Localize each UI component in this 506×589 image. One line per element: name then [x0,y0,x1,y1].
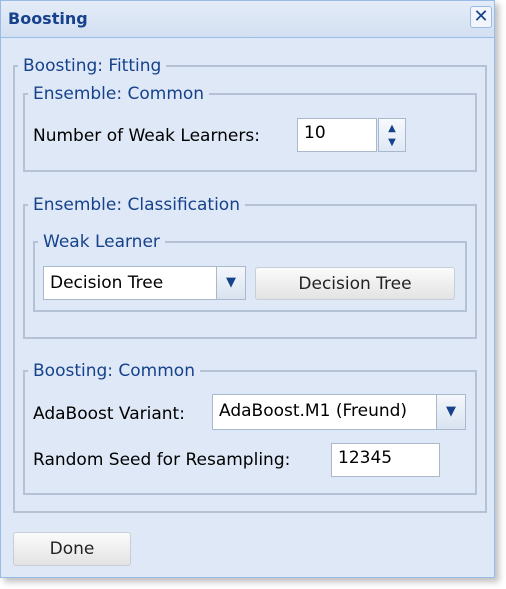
spin-up-icon[interactable]: ▲ [385,124,399,134]
weak-learner-dropdown-icon[interactable]: ▼ [216,266,246,300]
boosting-common-legend: Boosting: Common [33,361,195,381]
weak-learners-input[interactable]: 10 [297,118,377,152]
title-bar[interactable]: Boosting ✕ [1,1,494,38]
dialog-title: Boosting [8,9,88,28]
ensemble-classification-legend: Ensemble: Classification [33,195,240,215]
dialog-body: Boosting: Fitting Ensemble: Common Numbe… [2,39,493,576]
weak-learner-legend: Weak Learner [43,232,160,252]
adaboost-variant-select[interactable]: AdaBoost.M1 (Freund) [212,394,437,430]
boosting-fitting-legend: Boosting: Fitting [23,56,162,76]
boosting-dialog: Boosting ✕ Boosting: Fitting Ensemble: C… [0,0,495,578]
weak-learners-label: Number of Weak Learners: [33,126,260,146]
adaboost-variant-label: AdaBoost Variant: [33,404,185,424]
decision-tree-button[interactable]: Decision Tree [255,267,455,300]
random-seed-label: Random Seed for Resampling: [33,450,291,470]
close-icon[interactable]: ✕ [470,6,492,28]
ensemble-common-legend: Ensemble: Common [33,84,205,104]
adaboost-variant-dropdown-icon[interactable]: ▼ [436,394,466,430]
random-seed-input[interactable]: 12345 [331,443,440,477]
weak-learner-select[interactable]: Decision Tree [43,266,217,300]
weak-learners-spinner[interactable]: ▲ ▼ [378,118,406,152]
done-button[interactable]: Done [13,532,131,566]
spin-down-icon[interactable]: ▼ [385,138,399,148]
